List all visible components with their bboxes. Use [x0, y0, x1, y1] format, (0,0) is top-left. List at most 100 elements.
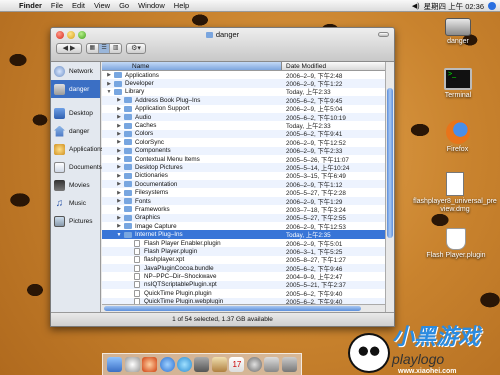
disclosure-closed-icon[interactable]: ▶	[116, 206, 122, 212]
list-item-label: NP–PPC–Dir–Shockwave	[144, 273, 217, 281]
list-item-label: Contextual Menu Items	[135, 155, 200, 163]
folder-icon	[124, 206, 132, 213]
safari-dock-icon[interactable]	[159, 357, 175, 372]
list-item-label: Documentation	[135, 180, 178, 188]
menu-view[interactable]: View	[94, 1, 110, 10]
horizontal-scrollbar[interactable]	[102, 304, 385, 312]
vertical-scroll-thumb[interactable]	[387, 88, 393, 238]
finder-dock-icon[interactable]	[107, 357, 123, 372]
folder-icon	[114, 80, 122, 87]
sidebar-item-pictures[interactable]: Pictures	[51, 212, 100, 230]
volume-icon[interactable]: ◀)	[412, 2, 420, 10]
action-menu-button[interactable]: ⚙▾	[126, 43, 146, 54]
disclosure-closed-icon[interactable]: ▶	[116, 164, 122, 170]
dashboard-dock-icon[interactable]	[124, 357, 140, 372]
sidebar-item-music[interactable]: ♫ Music	[51, 194, 100, 212]
sidebar-item-documents[interactable]: Documents	[51, 158, 102, 176]
disclosure-closed-icon[interactable]: ▶	[116, 123, 122, 129]
firefox-dock-icon[interactable]	[142, 357, 158, 372]
disclosure-closed-icon[interactable]: ▶	[116, 198, 122, 204]
sidebar-item-home[interactable]: danger	[51, 122, 100, 140]
sidebar-item-label: Applications	[69, 145, 105, 153]
itunes-dock-icon[interactable]	[246, 357, 262, 372]
disclosure-closed-icon[interactable]: ▶	[116, 223, 122, 229]
sidebar-item-network[interactable]: Network	[51, 62, 100, 80]
list-item-label: Internet Plug–Ins	[135, 231, 183, 239]
menu-clock[interactable]: 星期四 上午 02:36	[424, 1, 484, 12]
menu-finder[interactable]: Finder	[19, 1, 42, 10]
folder-icon	[124, 147, 132, 154]
disclosure-closed-icon[interactable]: ▶	[116, 215, 122, 221]
disclosure-closed-icon[interactable]: ▶	[116, 106, 122, 112]
sidebar-item-label: danger	[69, 85, 90, 93]
menu-bar: Finder File Edit View Go Window Help ◀) …	[0, 0, 500, 12]
sidebar-item-label: Pictures	[69, 217, 93, 225]
folder-icon	[124, 122, 132, 129]
list-item-name-cell: ▶ Fonts	[102, 198, 282, 205]
list-item-label: QuickTime Plugin.plugin	[144, 289, 212, 297]
menu-window[interactable]: Window	[138, 1, 165, 10]
back-forward-button[interactable]: ◀ ▶	[56, 43, 82, 54]
folder-icon	[124, 164, 132, 171]
firefox-icon	[445, 120, 470, 144]
list-item-name-cell: ▼ Internet Plug–Ins	[102, 231, 282, 238]
list-item-label: Frameworks	[135, 205, 170, 213]
desktop-icon-terminal[interactable]: >_ Terminal	[433, 68, 483, 99]
disclosure-open-icon[interactable]: ▼	[106, 89, 112, 95]
desktop-icon-firefox[interactable]: Firefox	[435, 120, 480, 153]
disclosure-closed-icon[interactable]: ▶	[116, 173, 122, 179]
disclosure-closed-icon[interactable]: ▶	[116, 97, 122, 103]
network-icon	[54, 65, 65, 77]
desktop-icon-danger[interactable]: danger	[438, 18, 478, 45]
spotlight-icon[interactable]	[488, 2, 496, 10]
menu-edit[interactable]: Edit	[72, 1, 85, 10]
list-item-label: JavaPluginCocoa.bundle	[144, 264, 214, 272]
list-item-name-cell: ▶ Audio	[102, 114, 282, 121]
list-view-icon[interactable]: ☰	[98, 44, 111, 53]
icon-view-icon[interactable]: ▦	[87, 44, 99, 53]
sidebar-item-movies[interactable]: Movies	[51, 176, 100, 194]
disclosure-closed-icon[interactable]: ▶	[116, 114, 122, 120]
disclosure-closed-icon[interactable]: ▶	[106, 72, 112, 78]
address-book-dock-icon[interactable]	[194, 357, 210, 372]
apple-menu-icon[interactable]	[4, 1, 13, 10]
toolbar-toggle-button[interactable]	[378, 32, 389, 37]
disclosure-closed-icon[interactable]: ▶	[116, 190, 122, 196]
ichat-dock-icon[interactable]	[177, 357, 193, 372]
desktop-icon-flashplayer-dmg[interactable]: flashplayer8_universal_preview.dmg	[412, 172, 498, 214]
list-item-label: flashplayer.xpt	[144, 256, 185, 264]
view-switcher[interactable]: ▦ ☰ ▥	[86, 43, 122, 54]
disclosure-closed-icon	[126, 274, 132, 280]
desktop-icon-flash-plugin[interactable]: Flash Player.plugin	[418, 228, 494, 259]
menu-file[interactable]: File	[51, 1, 63, 10]
disclosure-closed-icon[interactable]: ▶	[116, 156, 122, 162]
column-view-icon[interactable]: ▥	[110, 44, 121, 53]
trash-dock-icon[interactable]	[281, 357, 297, 372]
disclosure-closed-icon[interactable]: ▶	[116, 181, 122, 187]
preview-dock-icon[interactable]	[211, 357, 227, 372]
sidebar-item-desktop[interactable]: Desktop	[51, 104, 100, 122]
horizontal-scroll-thumb[interactable]	[104, 306, 361, 311]
ical-dock-icon[interactable]: 17	[229, 357, 245, 372]
disclosure-closed-icon[interactable]: ▶	[106, 81, 112, 87]
disclosure-closed-icon[interactable]: ▶	[116, 139, 122, 145]
sidebar-item-danger-disk[interactable]: danger	[51, 80, 100, 98]
window-titlebar[interactable]: danger ◀ ▶ ▦ ☰ ▥ ⚙▾	[51, 28, 394, 62]
plugin-icon	[446, 228, 466, 250]
disclosure-open-icon[interactable]: ▼	[116, 232, 122, 238]
folder-icon	[124, 223, 132, 230]
vertical-scrollbar[interactable]	[385, 62, 394, 312]
folder-icon	[124, 181, 132, 188]
menu-go[interactable]: Go	[119, 1, 129, 10]
status-bar: 1 of 54 selected, 1.37 GB available	[51, 312, 394, 326]
column-header-date[interactable]: Date Modified	[282, 62, 385, 70]
system-preferences-dock-icon[interactable]	[264, 357, 280, 372]
sidebar-item-applications[interactable]: Applications	[51, 140, 104, 158]
hard-drive-icon	[445, 18, 471, 36]
window-title-text: danger	[215, 30, 240, 39]
menu-help[interactable]: Help	[174, 1, 189, 10]
column-header-name[interactable]: Name	[102, 62, 282, 70]
file-icon	[134, 239, 140, 247]
disclosure-closed-icon[interactable]: ▶	[116, 131, 122, 137]
disclosure-closed-icon[interactable]: ▶	[116, 148, 122, 154]
